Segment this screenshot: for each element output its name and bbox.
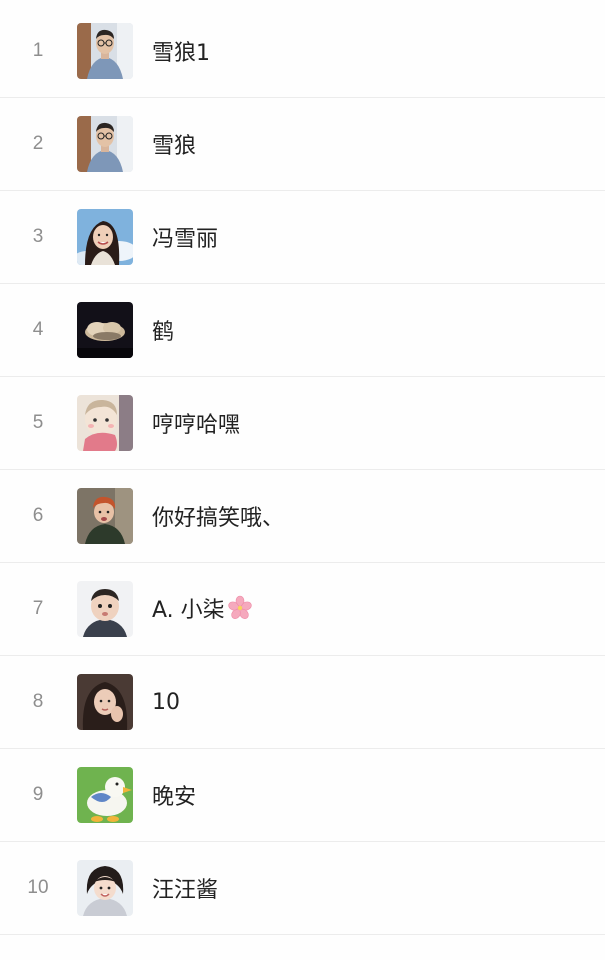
list-item[interactable]: 9 晚安 bbox=[0, 749, 605, 842]
list-item[interactable]: 1 雪狼1 bbox=[0, 5, 605, 98]
list-item[interactable]: 5 哼哼哈嘿 bbox=[0, 377, 605, 470]
rank-number: 1 bbox=[32, 40, 44, 61]
night-cloud-avatar-icon[interactable] bbox=[77, 302, 133, 358]
rank-number: 4 bbox=[32, 319, 44, 340]
man-with-glasses-avatar-icon[interactable] bbox=[77, 23, 133, 79]
user-name: 哼哼哈嘿 bbox=[152, 413, 241, 438]
user-name: 晚安 bbox=[152, 785, 197, 810]
list-item[interactable]: 6 你好搞笑哦、 bbox=[0, 470, 605, 563]
rank-number: 6 bbox=[32, 505, 44, 526]
ranking-list: 1 雪狼1 2 雪狼 3 冯雪丽 4 鹤 5 哼哼哈嘿 6 你好搞笑哦、 7 A… bbox=[0, 0, 605, 960]
user-name: 冯雪丽 bbox=[152, 227, 219, 252]
cartoon-duck-avatar-icon[interactable] bbox=[77, 767, 133, 823]
cherry-blossom-icon bbox=[227, 595, 253, 627]
user-name: A. 小柒 bbox=[152, 592, 253, 627]
rank-number: 3 bbox=[32, 226, 44, 247]
girl-short-hair-avatar-icon[interactable] bbox=[77, 860, 133, 916]
girl-dark-hair-avatar-icon[interactable] bbox=[77, 674, 133, 730]
user-name: 雪狼 bbox=[152, 134, 197, 159]
rank-number: 9 bbox=[32, 784, 44, 805]
rank-number: 7 bbox=[32, 598, 44, 619]
woman-smiling-avatar-icon[interactable] bbox=[77, 209, 133, 265]
list-item[interactable]: 2 雪狼 bbox=[0, 98, 605, 191]
user-name: 汪汪酱 bbox=[152, 878, 219, 903]
list-item[interactable]: 4 鹤 bbox=[0, 284, 605, 377]
red-hair-boy-avatar-icon[interactable] bbox=[77, 488, 133, 544]
user-name: 雪狼1 bbox=[152, 41, 210, 66]
baby-avatar-icon[interactable] bbox=[77, 581, 133, 637]
list-item[interactable]: 10 汪汪酱 bbox=[0, 842, 605, 935]
man-with-glasses-avatar-icon[interactable] bbox=[77, 116, 133, 172]
user-name-text: A. 小柒 bbox=[152, 597, 225, 623]
rank-number: 8 bbox=[32, 691, 44, 712]
rank-number: 10 bbox=[27, 877, 49, 898]
user-name: 10 bbox=[152, 689, 180, 715]
list-item[interactable]: 7 A. 小柒 bbox=[0, 563, 605, 656]
list-item[interactable]: 8 10 bbox=[0, 656, 605, 749]
user-name: 你好搞笑哦、 bbox=[152, 506, 285, 531]
user-name: 鹤 bbox=[152, 320, 175, 345]
rank-number: 2 bbox=[32, 133, 44, 154]
cartoon-child-avatar-icon[interactable] bbox=[77, 395, 133, 451]
rank-number: 5 bbox=[32, 412, 44, 433]
list-item[interactable]: 3 冯雪丽 bbox=[0, 191, 605, 284]
